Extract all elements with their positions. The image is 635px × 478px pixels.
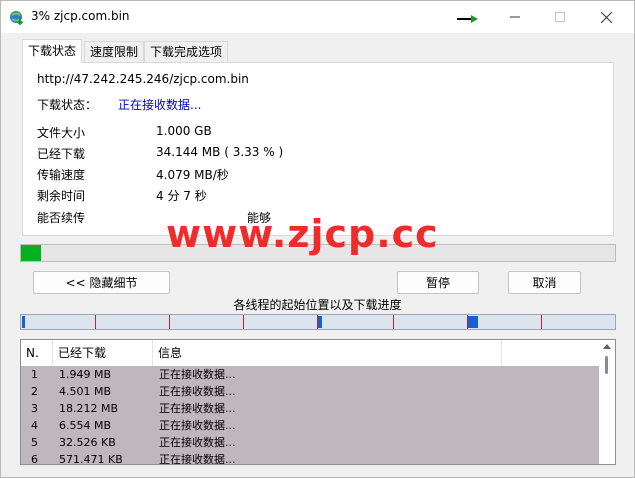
scroll-up-icon[interactable] [603,344,611,349]
column-header-empty[interactable] [502,340,599,366]
threads-caption: 各线程的起始位置以及下载进度 [233,298,402,312]
thread-list[interactable]: N. 已经下载 信息 1 1.949 MB 正在接收数据... 2 4.501 MB 正在… [20,339,616,465]
progress-fill [21,245,41,261]
watermark: www.zjcp.cc [166,212,439,256]
globe-download-icon [9,9,25,26]
table-row[interactable]: 3 18.212 MB 正在接收数据... [21,400,599,417]
close-icon [600,11,612,23]
download-status-label: 下载状态： [37,98,98,112]
maximize-button[interactable] [537,1,583,33]
cell-info: 正在接收数据... [159,385,236,398]
tab-download-status[interactable]: 下载状态 [22,39,83,63]
remaining-time-label: 剩余时间 [37,189,86,203]
cell-info: 正在接收数据... [159,419,236,432]
table-row[interactable]: 6 571.471 KB 正在接收数据... [21,451,599,465]
segment-divider [95,315,96,329]
table-row[interactable]: 5 32.526 KB 正在接收数据... [21,434,599,451]
file-size-value: 1.000 GB [156,124,212,138]
speed-label: 传输速度 [37,168,86,182]
remaining-time-value: 4 分 7 秒 [156,189,207,203]
cell-downloaded: 571.471 KB [59,453,123,465]
cell-info: 正在接收数据... [159,402,236,415]
cell-downloaded: 18.212 MB [59,402,119,415]
list-scrollbar[interactable] [599,340,615,464]
cell-number: 4 [31,419,38,432]
thread-segments-bar [20,314,616,330]
cell-downloaded: 1.949 MB [59,368,112,381]
cell-number: 2 [31,385,38,398]
download-status-value: 正在接收数据... [118,98,202,112]
column-header-downloaded[interactable]: 已经下载 [53,340,153,366]
arrow-right-icon[interactable] [456,13,480,25]
title-bar[interactable]: 3% zjcp.com.bin [1,1,634,33]
pause-button[interactable]: 暂停 [397,271,479,294]
hide-details-button[interactable]: << 隐藏细节 [33,271,170,294]
cell-number: 1 [31,368,38,381]
tab-completion-options[interactable]: 下载完成选项 [144,41,229,62]
tab-speed-limit[interactable]: 速度限制 [84,41,145,62]
table-row[interactable]: 1 1.949 MB 正在接收数据... [21,366,599,383]
cell-info: 正在接收数据... [159,368,236,381]
file-size-label: 文件大小 [37,126,86,140]
segment-divider [169,315,170,329]
list-body: 1 1.949 MB 正在接收数据... 2 4.501 MB 正在接收数据... 3 18.… [21,366,599,465]
cell-number: 6 [31,453,38,465]
column-header-info[interactable]: 信息 [153,340,502,366]
segment-divider [317,315,318,329]
download-url: http://47.242.245.246/zjcp.com.bin [37,72,249,86]
segment-divider [541,315,542,329]
column-header-number[interactable]: N. [21,340,53,366]
table-row[interactable]: 2 4.501 MB 正在接收数据... [21,383,599,400]
downloaded-label: 已经下载 [37,147,86,161]
minimize-button[interactable] [492,1,538,33]
downloaded-value: 34.144 MB ( 3.33 % ) [156,145,284,159]
cell-downloaded: 32.526 KB [59,436,116,449]
scrollbar-thumb[interactable] [605,356,608,374]
status-panel: http://47.242.245.246/zjcp.com.bin 下载状态：… [22,62,614,236]
window-title: 3% zjcp.com.bin [31,9,130,23]
segment-progress [468,316,478,328]
maximize-icon [555,12,565,22]
cell-downloaded: 6.554 MB [59,419,112,432]
download-window: 3% zjcp.com.bin 下载状态 速度限制 下载完成选项 http://… [0,0,635,478]
minimize-icon [510,16,520,18]
segment-progress [22,316,25,328]
cancel-button[interactable]: 取消 [508,271,581,294]
table-row[interactable]: 4 6.554 MB 正在接收数据... [21,417,599,434]
segment-divider [243,315,244,329]
cell-info: 正在接收数据... [159,436,236,449]
cell-downloaded: 4.501 MB [59,385,112,398]
cell-number: 5 [31,436,38,449]
segment-divider [393,315,394,329]
segment-progress [318,316,322,328]
speed-value: 4.079 MB/秒 [156,168,229,182]
close-button[interactable] [583,1,629,33]
cell-info: 正在接收数据... [159,453,236,465]
list-header: N. 已经下载 信息 [21,340,599,366]
cell-number: 3 [31,402,38,415]
resume-label: 能否续传 [37,211,86,225]
